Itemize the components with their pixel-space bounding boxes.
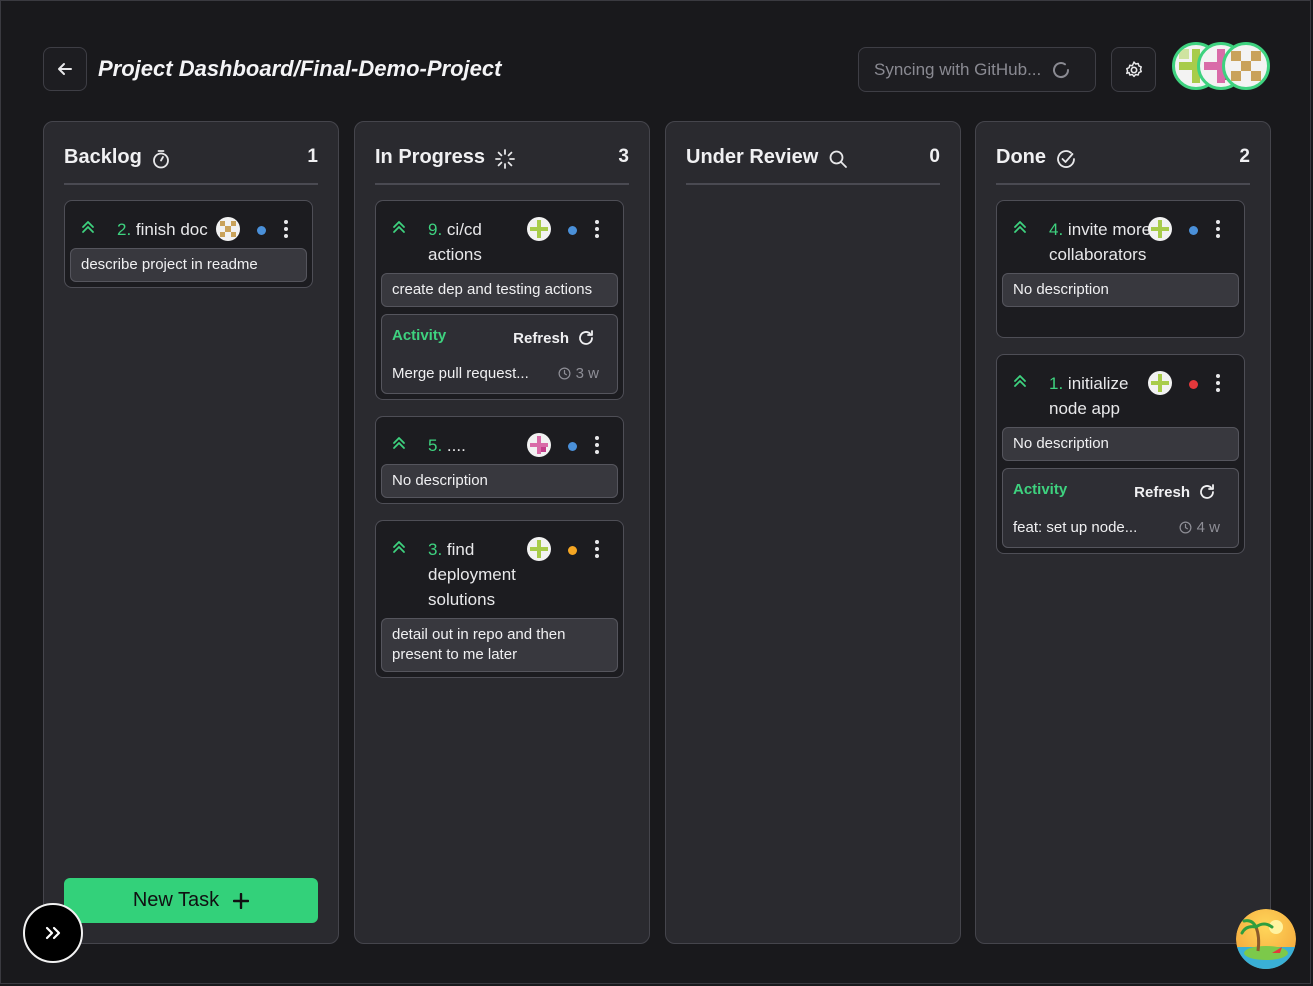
column-title: Done bbox=[996, 146, 1046, 168]
status-dot bbox=[568, 546, 577, 555]
double-chevron-right-icon bbox=[45, 926, 61, 940]
new-task-label: New Task bbox=[132, 889, 220, 911]
plus-icon bbox=[233, 892, 250, 909]
task-description: No description bbox=[1002, 427, 1239, 461]
status-dot bbox=[257, 226, 266, 235]
assignee-avatar[interactable] bbox=[527, 537, 551, 561]
column-count: 0 bbox=[929, 146, 940, 167]
activity-panel: Activity Refresh Merge pull request... 3… bbox=[381, 314, 618, 394]
more-options-icon[interactable] bbox=[1213, 374, 1223, 394]
activity-panel: Activity Refresh feat: set up node... 4 … bbox=[1002, 468, 1239, 548]
task-card[interactable]: 1. initialize node app No description Ac… bbox=[996, 354, 1245, 554]
expand-sidebar-button[interactable] bbox=[23, 903, 83, 963]
column-header: In Progress 3 bbox=[375, 146, 629, 185]
column-in-progress: In Progress 3 9. ci/cd actions create de… bbox=[354, 121, 650, 944]
clock-icon bbox=[1179, 521, 1192, 534]
task-title: 9. ci/cd actions bbox=[428, 220, 482, 264]
timer-icon bbox=[152, 150, 169, 169]
column-header: Backlog 1 bbox=[64, 146, 318, 185]
back-button[interactable] bbox=[43, 47, 87, 91]
task-card[interactable]: 4. invite more collaborators No descript… bbox=[996, 200, 1245, 338]
status-dot bbox=[1189, 380, 1198, 389]
activity-time: 4 w bbox=[1179, 519, 1220, 536]
sync-status: Syncing with GitHub... bbox=[858, 47, 1096, 92]
clock-icon bbox=[558, 367, 571, 380]
commit-message[interactable]: feat: set up node... bbox=[1013, 519, 1137, 536]
priority-high-icon bbox=[393, 541, 405, 553]
task-description: No description bbox=[381, 464, 618, 498]
new-task-button[interactable]: New Task bbox=[64, 878, 318, 923]
task-title: 3. find deployment solutions bbox=[428, 540, 516, 609]
task-card[interactable]: 3. find deployment solutions detail out … bbox=[375, 520, 624, 678]
priority-high-icon bbox=[1014, 375, 1026, 387]
beach-avatar-button[interactable] bbox=[1236, 909, 1296, 969]
beach-island-icon bbox=[1236, 909, 1296, 969]
task-description: No description bbox=[1002, 273, 1239, 307]
sync-status-text: Syncing with GitHub... bbox=[874, 59, 1042, 79]
column-count: 2 bbox=[1239, 146, 1250, 167]
column-title: Under Review bbox=[686, 146, 819, 168]
column-backlog: Backlog 1 2. finish doc describe project… bbox=[43, 121, 339, 944]
page-title: Project Dashboard/Final-Demo-Project bbox=[98, 56, 502, 81]
task-description: detail out in repo and then present to m… bbox=[381, 618, 618, 672]
activity-time: 3 w bbox=[558, 365, 599, 382]
spinner-icon bbox=[1053, 61, 1070, 78]
more-options-icon[interactable] bbox=[281, 220, 291, 240]
settings-button[interactable] bbox=[1111, 47, 1156, 92]
task-title: 1. initialize node app bbox=[1049, 374, 1129, 418]
column-header: Under Review 0 bbox=[686, 146, 940, 185]
task-title: 4. invite more collaborators bbox=[1049, 220, 1152, 264]
priority-high-icon bbox=[1014, 221, 1026, 233]
status-dot bbox=[568, 442, 577, 451]
task-card[interactable]: 9. ci/cd actions create dep and testing … bbox=[375, 200, 624, 400]
assignee-avatar[interactable] bbox=[1148, 217, 1172, 241]
status-dot bbox=[1189, 226, 1198, 235]
more-options-icon[interactable] bbox=[592, 220, 602, 240]
assignee-avatar[interactable] bbox=[527, 433, 551, 457]
check-circle-icon bbox=[1057, 150, 1075, 168]
task-description: describe project in readme bbox=[70, 248, 307, 282]
column-title: Backlog bbox=[64, 146, 142, 168]
task-card[interactable]: 2. finish doc describe project in readme bbox=[64, 200, 313, 288]
assignee-avatar[interactable] bbox=[216, 217, 240, 241]
column-title: In Progress bbox=[375, 146, 486, 168]
priority-high-icon bbox=[82, 221, 94, 233]
gear-icon bbox=[1125, 60, 1142, 77]
column-under-review: Under Review 0 bbox=[665, 121, 961, 944]
column-count: 1 bbox=[307, 146, 318, 167]
search-icon bbox=[829, 150, 848, 168]
task-title: 5. .... bbox=[428, 436, 466, 455]
assignee-avatar[interactable] bbox=[1148, 371, 1172, 395]
priority-high-icon bbox=[393, 437, 405, 449]
activity-label: Activity bbox=[1013, 481, 1068, 498]
collaborator-avatar[interactable] bbox=[1222, 42, 1270, 90]
priority-high-icon bbox=[393, 221, 405, 233]
more-options-icon[interactable] bbox=[1213, 220, 1223, 240]
loader-icon bbox=[495, 149, 515, 169]
column-count: 3 bbox=[618, 146, 629, 167]
arrow-left-icon bbox=[58, 63, 72, 75]
commit-message[interactable]: Merge pull request... bbox=[392, 365, 529, 382]
column-header: Done 2 bbox=[996, 146, 1250, 185]
refresh-icon bbox=[579, 330, 593, 345]
task-card[interactable]: 5. .... No description bbox=[375, 416, 624, 504]
column-done: Done 2 4. invite more collaborators No d… bbox=[975, 121, 1271, 944]
refresh-icon bbox=[1200, 484, 1214, 499]
task-description: create dep and testing actions bbox=[381, 273, 618, 307]
refresh-button[interactable]: Refresh bbox=[1134, 483, 1216, 501]
status-dot bbox=[568, 226, 577, 235]
activity-label: Activity bbox=[392, 327, 447, 344]
more-options-icon[interactable] bbox=[592, 540, 602, 560]
more-options-icon[interactable] bbox=[592, 436, 602, 456]
refresh-button[interactable]: Refresh bbox=[513, 329, 595, 347]
assignee-avatar[interactable] bbox=[527, 217, 551, 241]
